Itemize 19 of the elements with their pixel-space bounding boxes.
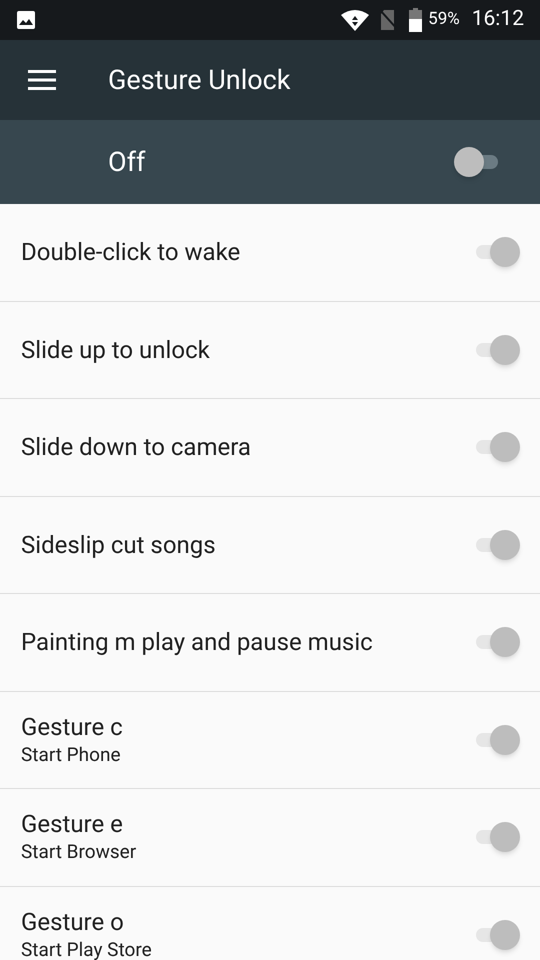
setting-title: Slide up to unlock: [21, 334, 211, 365]
setting-title: Gesture o: [21, 906, 125, 937]
screen-title: Gesture Unlock: [108, 62, 290, 98]
setting-title: Double-click to wake: [21, 237, 242, 268]
setting-title: Slide down to camera: [21, 432, 252, 462]
setting-subtitle: Start Play Store: [21, 936, 153, 960]
wifi-icon: [341, 9, 370, 31]
setting-title: Gesture e: [21, 809, 124, 840]
battery-icon: [409, 8, 422, 32]
setting-title: Painting m play and pause music: [21, 627, 374, 658]
setting-subtitle: Start Browser: [21, 839, 138, 866]
menu-icon: [28, 70, 56, 90]
setting-subtitle: Start Phone: [21, 742, 122, 768]
master-switch-label: Off: [108, 144, 146, 180]
setting-title: Sideslip cut songs: [21, 530, 217, 560]
battery-percent: 59%: [428, 8, 460, 32]
image-icon: [16, 10, 36, 30]
setting-title: Gesture c: [21, 712, 124, 742]
clock: 16:12: [472, 6, 524, 34]
